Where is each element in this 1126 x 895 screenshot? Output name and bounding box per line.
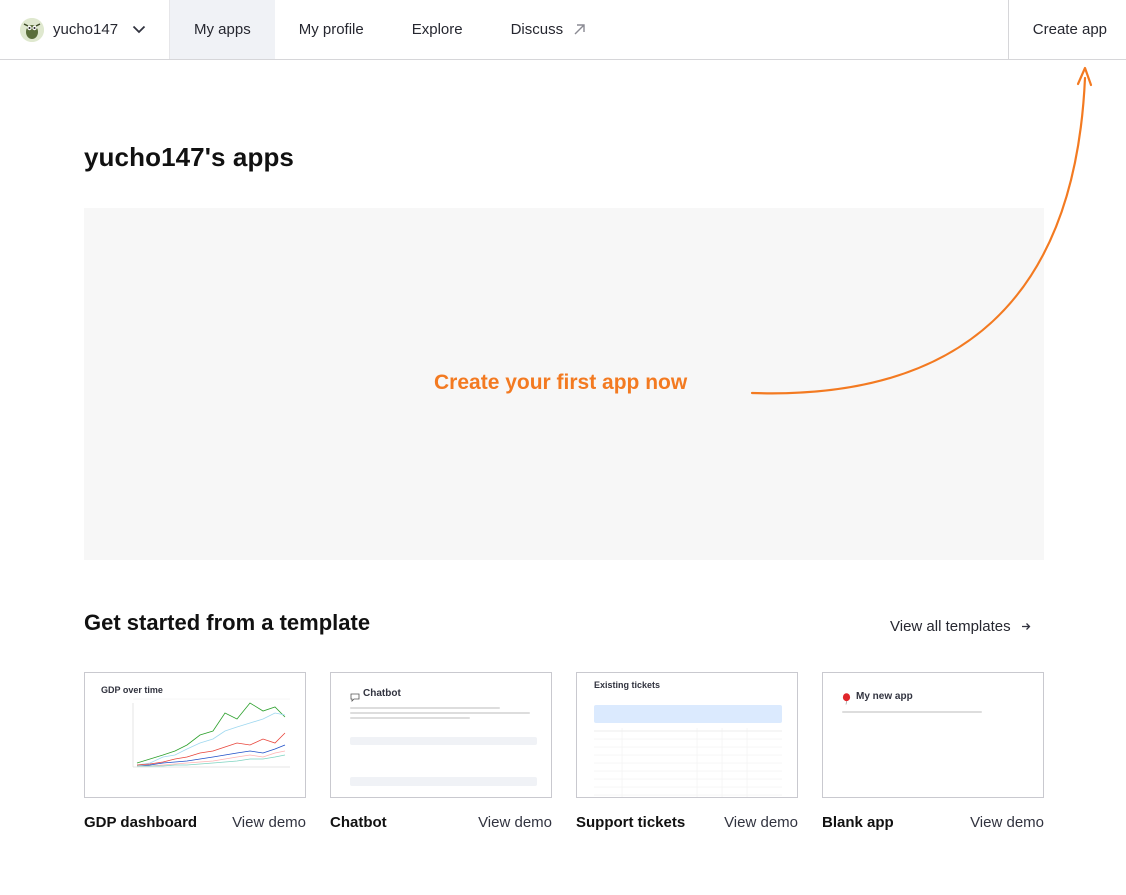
nav-explore-label: Explore xyxy=(411,21,463,38)
thumb-text-line xyxy=(842,711,982,713)
template-card-footer: Blank app View demo xyxy=(822,814,1044,831)
template-card-gdp: GDP over time GDP dashboard View demo xyxy=(84,672,306,831)
nav-discuss-label: Discuss xyxy=(510,21,564,38)
template-card-footer: Support tickets View demo xyxy=(576,814,798,831)
template-card-support-tickets: Existing tickets Support tickets View de… xyxy=(576,672,798,831)
thumb-text-line xyxy=(350,712,530,714)
page-title: yucho147's apps xyxy=(84,142,294,172)
template-card-footer: Chatbot View demo xyxy=(330,814,552,831)
template-thumbnail-blank-app[interactable]: My new app xyxy=(822,672,1044,798)
nav-my-profile[interactable]: My profile xyxy=(275,0,388,59)
template-thumbnail-gdp[interactable]: GDP over time xyxy=(84,672,306,798)
template-name: GDP dashboard xyxy=(84,814,198,831)
thumb-chat-input xyxy=(350,777,537,786)
user-menu[interactable]: yucho147 xyxy=(0,0,170,59)
create-first-app-link[interactable]: Create your first app now xyxy=(434,371,687,395)
thumb-input-box xyxy=(350,737,537,745)
template-card-blank-app: My new app Blank app View demo xyxy=(822,672,1044,831)
view-demo-link[interactable]: View demo xyxy=(970,814,1044,831)
username: yucho147 xyxy=(53,21,119,38)
view-demo-link[interactable]: View demo xyxy=(724,814,798,831)
nav-discuss[interactable]: Discuss xyxy=(487,0,611,59)
template-card-footer: GDP dashboard View demo xyxy=(84,814,306,831)
chevron-down-icon[interactable] xyxy=(132,25,146,34)
arrow-right-icon xyxy=(1021,622,1031,631)
thumb-table xyxy=(594,728,782,797)
nav-my-apps[interactable]: My apps xyxy=(170,0,275,59)
view-all-templates-label: View all templates xyxy=(890,618,1011,635)
thumb-text-line xyxy=(350,717,470,719)
top-navigation: yucho147 My apps My profile Explore Disc… xyxy=(0,0,1126,60)
create-app-label: Create app xyxy=(1032,21,1107,38)
template-card-chatbot: Chatbot Chatbot View demo xyxy=(330,672,552,831)
nav-my-apps-label: My apps xyxy=(194,21,251,38)
balloon-icon xyxy=(842,692,851,710)
view-all-templates-link[interactable]: View all templates xyxy=(890,618,1031,635)
template-thumbnail-chatbot[interactable]: Chatbot xyxy=(330,672,552,798)
view-demo-link[interactable]: View demo xyxy=(478,814,552,831)
template-thumbnail-support-tickets[interactable]: Existing tickets xyxy=(576,672,798,798)
thumb-title: Chatbot xyxy=(363,688,401,699)
gdp-line-chart-thumbnail xyxy=(132,698,290,768)
nav-explore[interactable]: Explore xyxy=(388,0,487,59)
speech-bubble-icon xyxy=(350,689,360,707)
thumb-text-line xyxy=(350,707,500,709)
template-name: Support tickets xyxy=(576,814,686,831)
templates-section-title: Get started from a template xyxy=(84,610,371,635)
nav-my-profile-label: My profile xyxy=(298,21,364,38)
arrow-up-right-icon xyxy=(573,23,586,36)
template-name: Chatbot xyxy=(330,814,387,831)
template-name: Blank app xyxy=(822,814,894,831)
create-app-button[interactable]: Create app xyxy=(1007,0,1126,59)
user-avatar-icon xyxy=(20,17,44,42)
view-demo-link[interactable]: View demo xyxy=(232,814,306,831)
thumb-title: My new app xyxy=(856,691,913,702)
